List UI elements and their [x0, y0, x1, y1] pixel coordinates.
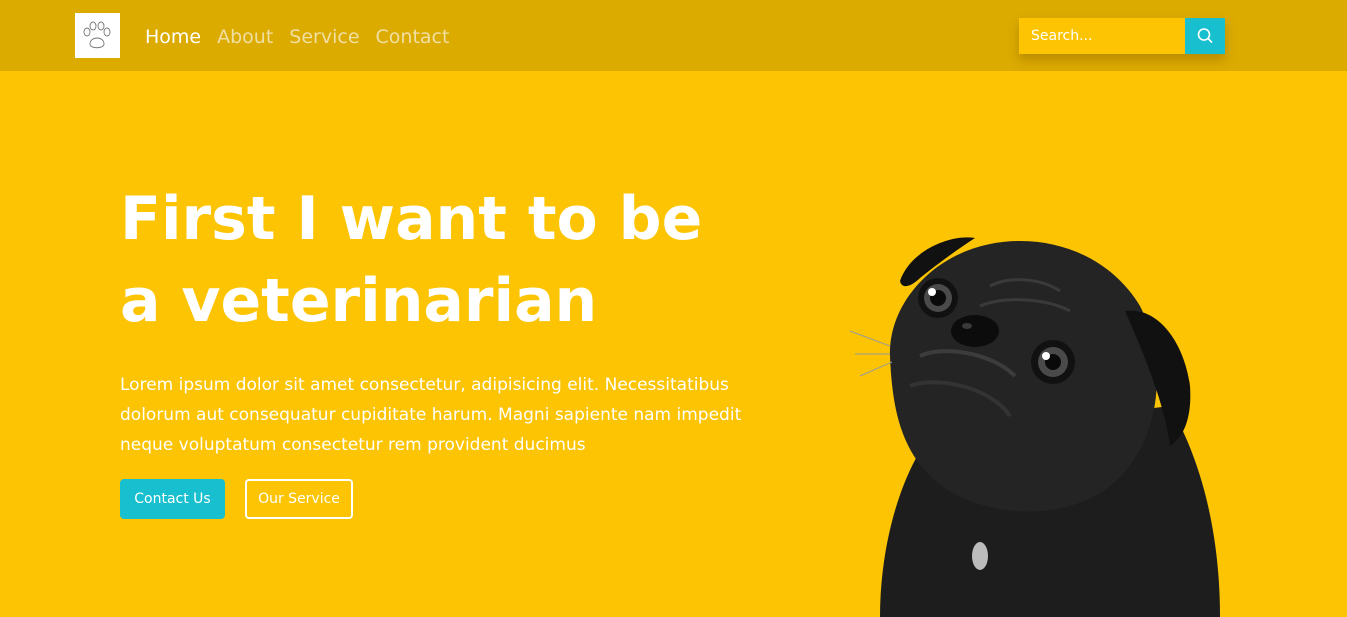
hero-text: Lorem ipsum dolor sit amet consectetur, …: [120, 375, 742, 455]
our-service-button[interactable]: Our Service: [245, 479, 353, 519]
nav-link-service[interactable]: Service: [289, 24, 359, 50]
hero-title: First I want to be a veterinarian: [120, 178, 740, 342]
nav-link-about[interactable]: About: [217, 24, 273, 50]
pug-image: [849, 237, 1220, 617]
search-button[interactable]: [1185, 18, 1225, 54]
contact-us-button[interactable]: Contact Us: [120, 479, 225, 519]
paw-icon: [83, 21, 110, 48]
navbar: Home About Service Contact: [0, 0, 1347, 71]
nav-link-home[interactable]: Home: [145, 24, 201, 50]
nav-links: Home About Service Contact: [145, 24, 449, 50]
search-icon: [1197, 28, 1213, 44]
logo[interactable]: [75, 13, 120, 58]
search-input[interactable]: [1019, 18, 1185, 54]
nav-link-contact[interactable]: Contact: [376, 24, 450, 50]
hero-title-line-1: First I want to be: [120, 184, 703, 254]
search-bar: [1019, 18, 1225, 54]
hero-title-line-2: a veterinarian: [120, 266, 598, 336]
